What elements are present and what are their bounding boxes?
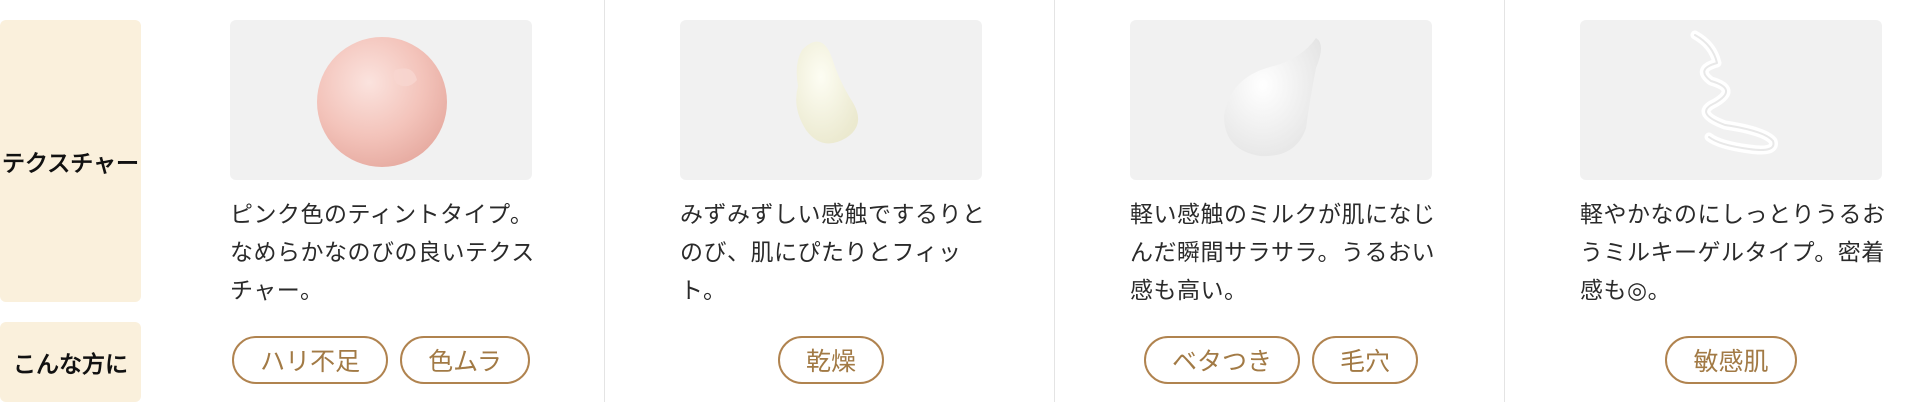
pink-tint-swatch-icon bbox=[317, 37, 447, 167]
texture-image-gel-swirl bbox=[1580, 20, 1882, 180]
product-column-3: 軽い感触のミルクが肌になじんだ瞬間サラサラ。うるおい感も高い。 ベタつき 毛穴 bbox=[1130, 0, 1435, 402]
tag-list: 乾燥 bbox=[680, 336, 982, 384]
tag-pill[interactable]: ベタつき bbox=[1143, 336, 1300, 384]
product-description: ピンク色のティントタイプ。なめらかなのびの良いテクスチャー。 bbox=[230, 202, 535, 304]
tag-list: ハリ不足 色ムラ bbox=[230, 336, 532, 384]
product-column-4: 軽やかなのにしっとりうるおうミルキーゲルタイプ。密着感も◎。 敏感肌 bbox=[1580, 0, 1885, 402]
column-divider bbox=[1504, 0, 1505, 402]
row-label-recommended-for: こんな方に bbox=[0, 322, 141, 402]
row-label-texture: テクスチャー bbox=[0, 20, 141, 302]
gel-swirl-swatch-icon bbox=[1690, 30, 1778, 155]
texture-image-white-milk bbox=[1130, 20, 1432, 180]
tag-pill[interactable]: ハリ不足 bbox=[232, 336, 389, 384]
column-divider bbox=[1054, 0, 1055, 402]
tag-pill[interactable]: 乾燥 bbox=[777, 336, 884, 384]
product-column-1: ピンク色のティントタイプ。なめらかなのびの良いテクスチャー。 ハリ不足 色ムラ bbox=[230, 0, 534, 402]
texture-image-cream-emulsion bbox=[680, 20, 982, 180]
product-description: 軽い感触のミルクが肌になじんだ瞬間サラサラ。うるおい感も高い。 bbox=[1130, 202, 1436, 304]
product-column-2: みずみずしい感触でするりとのび、肌にぴたりとフィット。 乾燥 bbox=[680, 0, 985, 402]
column-divider bbox=[604, 0, 605, 402]
cream-emulsion-swatch-icon bbox=[796, 41, 859, 144]
tag-pill[interactable]: 色ムラ bbox=[400, 336, 530, 384]
tag-pill[interactable]: 毛穴 bbox=[1312, 336, 1419, 384]
tag-list: 敏感肌 bbox=[1580, 336, 1882, 384]
tag-list: ベタつき 毛穴 bbox=[1130, 336, 1432, 384]
product-description: みずみずしい感触でするりとのび、肌にぴたりとフィット。 bbox=[680, 202, 986, 304]
white-milk-swatch-icon bbox=[1224, 38, 1321, 157]
product-description: 軽やかなのにしっとりうるおうミルキーゲルタイプ。密着感も◎。 bbox=[1580, 202, 1886, 304]
texture-image-pink-tint bbox=[230, 20, 532, 180]
tag-pill[interactable]: 敏感肌 bbox=[1665, 336, 1797, 384]
